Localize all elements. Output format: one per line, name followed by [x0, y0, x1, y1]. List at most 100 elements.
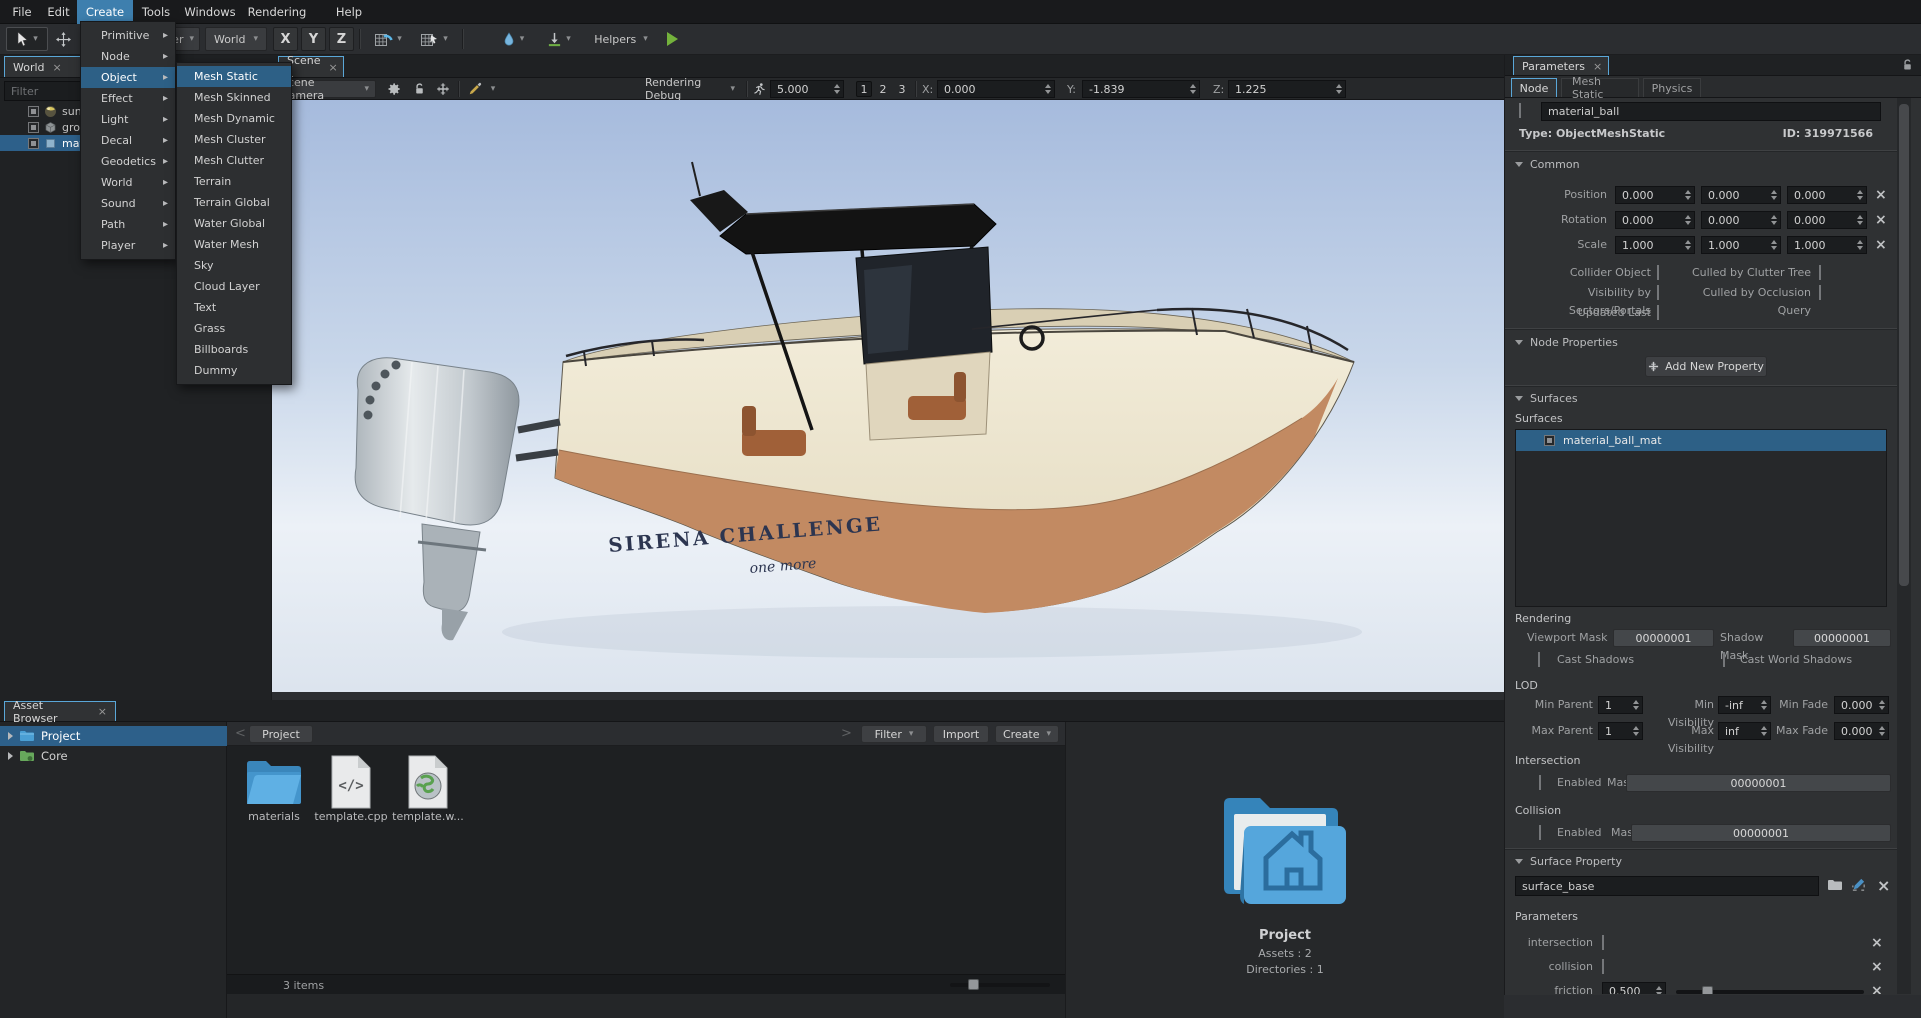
reset-position-button[interactable]: ×: [1875, 188, 1887, 202]
visibility-sectors-checkbox[interactable]: [1657, 285, 1659, 300]
min-parent-field[interactable]: 1: [1598, 696, 1643, 714]
cam-z-field[interactable]: 1.225: [1228, 80, 1346, 98]
spinner-icon[interactable]: [1685, 240, 1691, 250]
tab-world[interactable]: World ×: [4, 56, 90, 77]
tab-node[interactable]: Node: [1511, 78, 1557, 97]
node-name-input[interactable]: [1541, 102, 1881, 121]
position-x-field[interactable]: 0.000: [1615, 186, 1695, 204]
spinner-icon[interactable]: [1771, 190, 1777, 200]
cam-y-field[interactable]: -1.839: [1082, 80, 1200, 98]
tab-parameters[interactable]: Parameters ×: [1513, 56, 1609, 75]
spinner-icon[interactable]: [1633, 700, 1639, 710]
axis-y-button[interactable]: Y: [301, 27, 326, 51]
speed-preset-1[interactable]: 1: [856, 81, 872, 97]
create-menu-decal[interactable]: Decal▸: [81, 130, 175, 151]
spinner-icon[interactable]: [1633, 726, 1639, 736]
move-tool-button[interactable]: [50, 27, 76, 51]
surface-property-input[interactable]: [1515, 876, 1819, 896]
param-intersection-checkbox[interactable]: [1602, 935, 1604, 950]
min-fade-field[interactable]: 0.000: [1834, 696, 1889, 714]
drop-to-ground-dropdown[interactable]: ▾: [538, 27, 580, 51]
submenu-terrain-global[interactable]: Terrain Global: [177, 192, 291, 213]
rotation-z-field[interactable]: 0.000: [1787, 211, 1867, 229]
reset-param-button[interactable]: ×: [1871, 960, 1883, 974]
play-button[interactable]: [658, 27, 686, 51]
collision-mask-button[interactable]: 00000001: [1631, 824, 1891, 842]
spinner-icon[interactable]: [1045, 84, 1051, 94]
cam-x-field[interactable]: 0.000: [937, 80, 1055, 98]
close-icon[interactable]: ×: [53, 62, 62, 73]
position-y-field[interactable]: 0.000: [1701, 186, 1781, 204]
filter-button[interactable]: Filter ▾: [861, 725, 927, 743]
section-common[interactable]: Common: [1515, 158, 1580, 171]
submenu-dummy[interactable]: Dummy: [177, 360, 291, 381]
helpers-dropdown[interactable]: Helpers ▾: [590, 27, 652, 51]
reset-rotation-button[interactable]: ×: [1875, 213, 1887, 227]
submenu-billboards[interactable]: Billboards: [177, 339, 291, 360]
camera-speed-button[interactable]: [751, 80, 768, 98]
edit-property-icon[interactable]: [1851, 877, 1866, 892]
tab-mesh-static[interactable]: Mesh Static: [1561, 78, 1639, 97]
axis-x-button[interactable]: X: [273, 27, 298, 51]
culled-clutter-checkbox[interactable]: [1819, 265, 1821, 280]
surface-enabled-checkbox[interactable]: [1544, 435, 1555, 446]
rotation-y-field[interactable]: 0.000: [1701, 211, 1781, 229]
reset-param-button[interactable]: ×: [1871, 936, 1883, 950]
spinner-icon[interactable]: [1857, 190, 1863, 200]
forward-icon[interactable]: >: [841, 726, 852, 741]
section-node-properties[interactable]: Node Properties: [1515, 336, 1618, 349]
viewport-mask-button[interactable]: 00000001: [1613, 629, 1714, 647]
menu-rendering[interactable]: Rendering: [241, 0, 313, 24]
max-fade-field[interactable]: 0.000: [1834, 722, 1889, 740]
menu-help[interactable]: Help: [326, 0, 372, 24]
shadow-mask-button[interactable]: 00000001: [1793, 629, 1891, 647]
collision-enabled-checkbox[interactable]: [1539, 825, 1541, 840]
axis-z-button[interactable]: Z: [329, 27, 354, 51]
submenu-cloud-layer[interactable]: Cloud Layer: [177, 276, 291, 297]
breadcrumb-project[interactable]: Project: [249, 725, 313, 743]
spinner-icon[interactable]: [1685, 215, 1691, 225]
rendering-debug-dropdown[interactable]: Rendering Debug ▾: [638, 80, 742, 98]
create-menu-node[interactable]: Node▸: [81, 46, 175, 67]
back-icon[interactable]: <: [235, 726, 246, 741]
asset-tree-core[interactable]: Core: [0, 746, 227, 766]
reset-scale-button[interactable]: ×: [1875, 238, 1887, 252]
node-enabled-checkbox[interactable]: [28, 122, 39, 133]
intersection-enabled-checkbox[interactable]: [1539, 775, 1541, 790]
close-icon[interactable]: ×: [98, 706, 107, 717]
submenu-mesh-cluster[interactable]: Mesh Cluster: [177, 129, 291, 150]
menu-windows[interactable]: Windows: [179, 0, 241, 24]
spinner-icon[interactable]: [1879, 700, 1885, 710]
create-menu-sound[interactable]: Sound▸: [81, 193, 175, 214]
submenu-terrain[interactable]: Terrain: [177, 171, 291, 192]
select-tool-button[interactable]: ▾: [6, 27, 48, 51]
tab-physics[interactable]: Physics: [1643, 78, 1701, 97]
friction-slider-handle[interactable]: [1702, 986, 1713, 994]
spinner-icon[interactable]: [1771, 240, 1777, 250]
spinner-icon[interactable]: [1771, 215, 1777, 225]
speed-preset-3[interactable]: 3: [894, 81, 910, 97]
viewport-canvas[interactable]: SIRENA CHALLENGE one more: [272, 100, 1504, 692]
submenu-mesh-clutter[interactable]: Mesh Clutter: [177, 150, 291, 171]
intersection-mask-button[interactable]: 00000001: [1626, 774, 1891, 792]
submenu-water-mesh[interactable]: Water Mesh: [177, 234, 291, 255]
asset-item-materials[interactable]: materials: [237, 754, 311, 823]
submenu-grass[interactable]: Grass: [177, 318, 291, 339]
snap-grid-dropdown[interactable]: ▾: [366, 27, 410, 51]
menu-edit[interactable]: Edit: [40, 0, 77, 24]
spinner-icon[interactable]: [1685, 190, 1691, 200]
spinner-icon[interactable]: [1879, 726, 1885, 736]
section-surface-property[interactable]: Surface Property: [1515, 855, 1622, 868]
parameters-scrollbar[interactable]: [1897, 98, 1911, 994]
friction-slider[interactable]: [1676, 990, 1864, 994]
menu-file[interactable]: File: [4, 0, 40, 24]
scale-z-field[interactable]: 1.000: [1787, 236, 1867, 254]
cast-shadows-checkbox[interactable]: [1538, 652, 1540, 667]
asset-grid[interactable]: materials </> template.cpp template.w...: [227, 746, 1065, 974]
create-menu-world[interactable]: World▸: [81, 172, 175, 193]
thumbnail-size-slider[interactable]: [950, 983, 1050, 987]
submenu-text[interactable]: Text: [177, 297, 291, 318]
position-z-field[interactable]: 0.000: [1787, 186, 1867, 204]
node-enabled-checkbox[interactable]: [1519, 103, 1521, 118]
submenu-mesh-static[interactable]: Mesh Static: [177, 66, 291, 87]
